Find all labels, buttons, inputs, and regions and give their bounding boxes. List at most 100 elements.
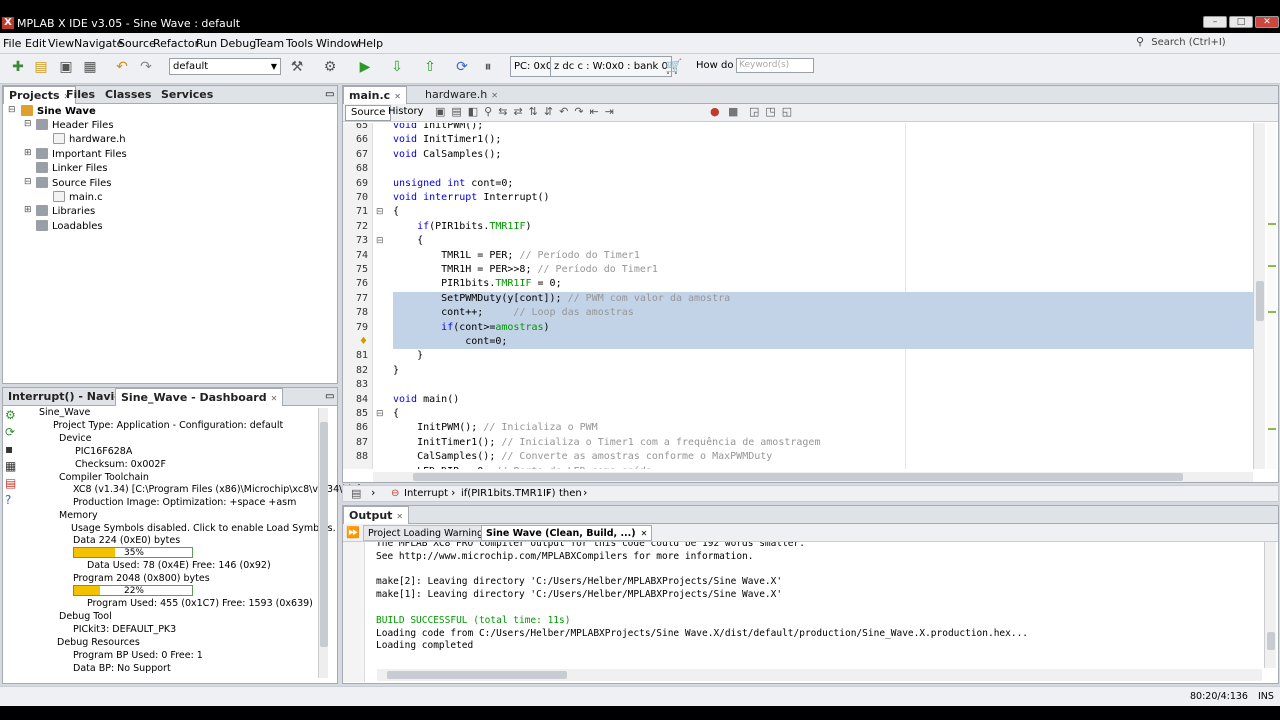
menu-tools[interactable]: Tools — [286, 37, 313, 50]
menu-view[interactable]: View — [48, 37, 74, 50]
editor-horizontal-scrollbar[interactable] — [373, 472, 1253, 482]
configuration-select[interactable]: default ▼ — [169, 58, 281, 75]
menu-window[interactable]: Window — [316, 37, 359, 50]
menu-run[interactable]: Run — [196, 37, 217, 50]
tab-output[interactable]: Output ✕ — [343, 506, 410, 524]
chip-icon[interactable]: ▪ — [5, 442, 23, 459]
tree-main-c[interactable]: main.c — [53, 191, 103, 204]
minimize-button[interactable]: – — [1203, 16, 1227, 28]
code-area[interactable]: 65 void InitPWM(); 66 void InitTimer1(); 67 v… — [343, 123, 1253, 469]
close-icon: ✕ — [491, 91, 498, 100]
dashboard-side-toolbar: ⚙ ⟳ ▪ ▦ ▤ ? — [5, 408, 23, 508]
maximize-button[interactable]: □ — [1229, 16, 1253, 28]
status-bar: 80:20/4:136 INS — [0, 686, 1280, 706]
stop-macro-icon[interactable]: ■ — [728, 105, 738, 118]
refresh-icon[interactable]: ⟳ — [5, 425, 23, 442]
dash-data-total[interactable]: Data 224 (0xE0) bytes — [73, 535, 180, 547]
menu-source[interactable]: Source — [118, 37, 156, 50]
tree-libraries[interactable]: Libraries — [36, 205, 95, 218]
rerun-icon[interactable]: ⏩ — [346, 526, 360, 539]
cart-icon[interactable]: 🛒 — [664, 57, 684, 77]
breadcrumb-then[interactable]: then — [559, 488, 582, 499]
output-text-area[interactable]: The MPLAB XC8 PRO compiler output for th… — [366, 542, 1262, 668]
line-number: 83 — [355, 379, 368, 391]
error-stripe — [1267, 123, 1277, 469]
tab-build-output[interactable]: Sine Wave (Clean, Build, ...) ✕ — [481, 525, 653, 541]
menu-edit[interactable]: Edit — [25, 37, 46, 50]
redo-icon[interactable]: ↷ — [136, 57, 156, 77]
dash-debug-tool[interactable]: Debug Tool — [59, 611, 112, 623]
minimize-panel-icon[interactable]: ▭ — [325, 391, 334, 402]
code-line: 76 PIR1bits.TMR1IF = 0; — [343, 277, 1253, 291]
undo-icon[interactable]: ↶ — [112, 57, 132, 77]
dash-project[interactable]: Sine_Wave — [39, 407, 90, 419]
refresh-debug-icon[interactable]: ⟳ — [452, 57, 472, 77]
tab-dashboard[interactable]: Sine_Wave - Dashboard ✕ — [115, 388, 284, 406]
pdf-icon[interactable]: ▤ — [5, 476, 23, 493]
code-line: 65 void InitPWM(); — [343, 123, 1253, 133]
save-all-icon[interactable]: ▦ — [80, 57, 100, 77]
tab-files[interactable]: Files — [61, 86, 100, 104]
tab-hardware-h[interactable]: hardware.h ✕ — [420, 86, 503, 104]
mplab-icon: X — [2, 17, 14, 29]
code-text: SetPWMDuty(y[cont]); // PWM com valor da… — [393, 292, 731, 304]
dash-debug-resources[interactable]: Debug Resources — [57, 637, 140, 649]
help-icon[interactable]: ? — [5, 493, 23, 510]
editor-vertical-scrollbar[interactable] — [1253, 123, 1265, 469]
tree-linker-files[interactable]: Linker Files — [36, 162, 108, 175]
hold-reset-icon[interactable]: ⏸ — [478, 57, 498, 77]
menu-file[interactable]: File — [3, 37, 21, 50]
dash-memory[interactable]: Memory — [59, 510, 98, 522]
search-input[interactable]: ⚲ Search (Ctrl+I) — [1136, 35, 1276, 51]
tree-project-root[interactable]: Sine Wave — [21, 105, 96, 118]
source-tab[interactable]: Source — [345, 105, 392, 121]
editor-tool-icons[interactable]: ▣▤◧⚲⇆⇄⇅⇵↶↷⇤⇥ — [435, 105, 620, 118]
fold-icon[interactable]: ⊟ — [376, 236, 384, 246]
breadcrumb-if[interactable]: if(PIR1bits.TMR1IF) — [461, 488, 556, 499]
menu-debug[interactable]: Debug — [220, 37, 256, 50]
record-macro-icon[interactable]: ● — [710, 105, 720, 118]
dash-device[interactable]: Device — [59, 433, 92, 445]
menu-navigate[interactable]: Navigate — [74, 37, 123, 50]
clean-build-icon[interactable]: ⚙ — [320, 57, 340, 77]
dash-compiler[interactable]: Compiler Toolchain — [59, 472, 149, 484]
settings-icon[interactable]: ⚙ — [5, 408, 23, 425]
hint-bulb-icon[interactable]: ♦ — [359, 336, 368, 347]
build-icon[interactable]: ⚒ — [287, 57, 307, 77]
run-icon[interactable]: ▶ — [355, 57, 375, 77]
menu-team[interactable]: Team — [255, 37, 284, 50]
memory-icon[interactable]: ▦ — [5, 459, 23, 476]
keyword-input[interactable]: Keyword(s) — [736, 58, 814, 73]
dash-usage-symbols[interactable]: Usage Symbols disabled. Click to enable … — [71, 523, 336, 535]
menu-refactor[interactable]: Refactor — [153, 37, 199, 50]
code-line: 85 { — [343, 407, 1253, 421]
tab-main-c[interactable]: main.c ✕ — [343, 86, 407, 104]
new-file-icon[interactable]: ▤ — [31, 57, 51, 77]
history-tab[interactable]: History — [388, 106, 424, 117]
output-vertical-scrollbar[interactable] — [1264, 542, 1276, 668]
tree-hardware-h[interactable]: hardware.h — [53, 133, 126, 146]
new-project-icon[interactable]: ✚ — [8, 57, 28, 77]
tab-classes[interactable]: Classes — [100, 86, 156, 104]
tree-important-files[interactable]: Important Files — [36, 148, 127, 161]
dashboard-scrollbar[interactable] — [318, 408, 328, 678]
open-project-icon[interactable]: ▣ — [56, 57, 76, 77]
tree-loadables[interactable]: Loadables — [36, 220, 103, 233]
menu-help[interactable]: Help — [358, 37, 383, 50]
fold-icon[interactable]: ⊟ — [376, 409, 384, 419]
program-device-icon[interactable]: ⇩ — [387, 57, 407, 77]
dash-program-total[interactable]: Program 2048 (0x800) bytes — [73, 573, 210, 585]
code-text: unsigned int cont=0; — [393, 177, 514, 189]
cursor-position: 80:20/4:136 — [1190, 691, 1248, 702]
comment-tools-icons[interactable]: ◲◳◱ — [749, 105, 798, 118]
fold-icon[interactable]: ⊟ — [376, 207, 384, 217]
tree-source-files[interactable]: Source Files — [36, 177, 111, 190]
output-horizontal-scrollbar[interactable] — [377, 669, 1262, 681]
minimize-panel-icon[interactable]: ▭ — [325, 89, 334, 100]
breadcrumb-interrupt[interactable]: Interrupt — [404, 488, 448, 499]
read-device-icon[interactable]: ⇧ — [420, 57, 440, 77]
close-button[interactable]: ✕ — [1255, 16, 1279, 28]
tree-header-files[interactable]: Header Files — [36, 119, 114, 132]
tab-services[interactable]: Services — [156, 86, 218, 104]
tab-project-loading-warning[interactable]: Project Loading Warning✕ — [363, 525, 500, 541]
